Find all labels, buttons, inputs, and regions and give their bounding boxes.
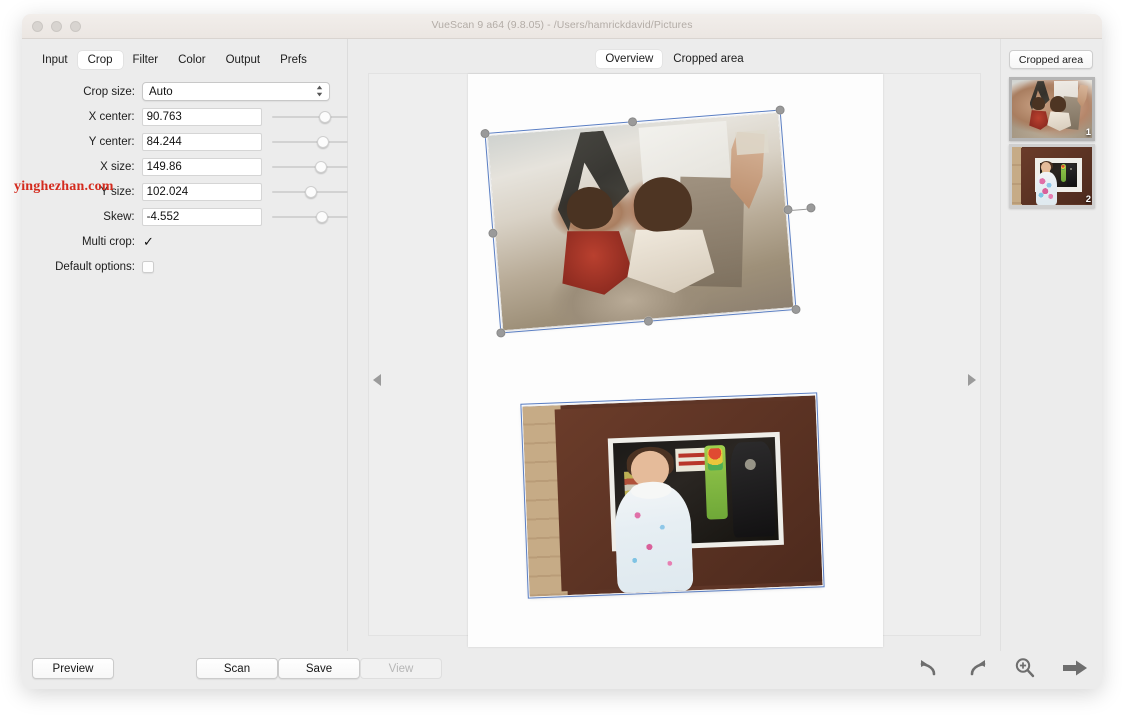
tab-cropped-area[interactable]: Cropped area — [664, 50, 752, 68]
row-y-size: Y size: 102.024 — [22, 179, 348, 204]
window-title: VueScan 9 a64 (9.8.05) - /Users/hamrickd… — [22, 19, 1102, 31]
row-crop-size: Crop size: Auto — [22, 79, 348, 104]
thumbnail-2-content — [1012, 147, 1092, 205]
tab-input[interactable]: Input — [32, 51, 78, 69]
crop-handle-top-center[interactable] — [627, 117, 637, 127]
y-center-input[interactable]: 84.244 — [142, 133, 263, 151]
save-button[interactable]: Save — [278, 658, 360, 679]
chevron-updown-icon — [316, 85, 323, 97]
thumb-1-hair-left — [1032, 97, 1045, 110]
settings-panel: Input Crop Filter Color Output Prefs Cro… — [22, 39, 348, 651]
row-x-size: X size: 149.86 — [22, 154, 348, 179]
thumbnail-1-image — [1012, 80, 1092, 138]
crop-box-2[interactable] — [520, 392, 824, 598]
slider-track — [272, 116, 348, 118]
cropped-area-button[interactable]: Cropped area — [1009, 50, 1093, 69]
thumb-2-girl-dress — [1036, 172, 1057, 205]
scanner-bed — [468, 74, 883, 647]
tab-overview[interactable]: Overview — [596, 50, 662, 68]
x-center-slider[interactable] — [272, 109, 348, 125]
thumbnail-panel: Cropped area — [1000, 39, 1102, 651]
crop-size-label: Crop size: — [22, 86, 142, 98]
y-center-label: Y center: — [22, 136, 142, 148]
thumb-2-girl — [1036, 162, 1057, 205]
y-size-label: Y size: — [22, 186, 142, 198]
title-bar: VueScan 9 a64 (9.8.05) - /Users/hamrickd… — [22, 14, 1102, 39]
rotate-left-icon[interactable] — [918, 658, 940, 678]
thumbnail-item-2[interactable]: 2 — [1009, 144, 1095, 208]
row-default-options: Default options: — [22, 254, 348, 279]
preview-canvas[interactable] — [368, 73, 981, 636]
x-size-slider[interactable] — [272, 159, 348, 175]
multi-crop-label: Multi crop: — [22, 236, 142, 248]
crop-handle-bottom-right[interactable] — [791, 305, 801, 315]
crop-box-1[interactable] — [484, 110, 796, 334]
slider-knob[interactable] — [319, 111, 331, 123]
slider-knob[interactable] — [305, 186, 317, 198]
preview-button[interactable]: Preview — [32, 658, 114, 679]
thumbnail-1-number: 1 — [1086, 127, 1091, 138]
crop-handle-bottom-left[interactable] — [496, 328, 506, 338]
x-size-label: X size: — [22, 161, 142, 173]
preview-tools — [918, 657, 1088, 678]
settings-tab-bar: Input Crop Filter Color Output Prefs — [32, 50, 317, 70]
thumbnail-2-number: 2 — [1086, 194, 1091, 205]
slider-knob[interactable] — [315, 161, 327, 173]
next-arrow-icon[interactable] — [1062, 659, 1088, 677]
slider-knob[interactable] — [316, 211, 328, 223]
crop-size-select[interactable]: Auto — [142, 82, 330, 101]
app-root: VueScan 9 a64 (9.8.05) - /Users/hamrickd… — [0, 0, 1122, 718]
thumb-2-traffic-light — [1061, 164, 1066, 182]
y-size-input[interactable]: 102.024 — [142, 183, 263, 201]
row-skew: Skew: -4.552 — [22, 204, 348, 229]
preview-panel: Overview Cropped area — [349, 39, 1000, 651]
tab-crop[interactable]: Crop — [78, 51, 123, 69]
y-size-slider[interactable] — [272, 184, 348, 200]
crop-handle-top-left[interactable] — [480, 129, 490, 139]
thumbnail-2-image — [1012, 147, 1092, 205]
thumbnail-item-1[interactable]: 1 — [1009, 77, 1095, 141]
x-center-input[interactable]: 90.763 — [142, 108, 263, 126]
x-size-input[interactable]: 149.86 — [142, 158, 263, 176]
row-y-center: Y center: 84.244 — [22, 129, 348, 154]
slider-track — [272, 216, 348, 218]
thumb-1-child-red — [1028, 110, 1049, 130]
collapse-right-arrow-icon[interactable] — [968, 374, 976, 386]
skew-slider[interactable] — [272, 209, 348, 225]
default-options-checkbox[interactable] — [142, 261, 154, 273]
x-center-label: X center: — [22, 111, 142, 123]
slider-track — [272, 166, 348, 168]
thumb-2-statue — [1067, 164, 1077, 187]
crop-settings-form: Crop size: Auto X center: 90.763 — [22, 79, 348, 279]
zoom-in-icon[interactable] — [1014, 657, 1036, 678]
tab-color[interactable]: Color — [168, 51, 215, 69]
crop-handle-top-right[interactable] — [775, 105, 785, 115]
action-bar: Preview Scan Save View — [22, 651, 1102, 689]
scan-button[interactable]: Scan — [196, 658, 278, 679]
row-multi-crop: Multi crop: ✓ — [22, 229, 348, 254]
crop-handle-skew[interactable] — [806, 203, 816, 213]
tab-filter[interactable]: Filter — [123, 51, 169, 69]
default-options-label: Default options: — [22, 261, 142, 273]
window-body: Input Crop Filter Color Output Prefs Cro… — [22, 39, 1102, 689]
tab-prefs[interactable]: Prefs — [270, 51, 317, 69]
crop-size-value: Auto — [149, 86, 173, 98]
thumbnail-1-content — [1012, 80, 1092, 138]
row-x-center: X center: 90.763 — [22, 104, 348, 129]
slider-knob[interactable] — [317, 136, 329, 148]
rotate-right-icon[interactable] — [966, 658, 988, 678]
skew-input[interactable]: -4.552 — [142, 208, 263, 226]
thumb-1-hair-right — [1050, 96, 1066, 112]
y-center-slider[interactable] — [272, 134, 348, 150]
preview-tab-bar: Overview Cropped area — [349, 50, 1000, 68]
slider-track — [272, 141, 348, 143]
collapse-left-arrow-icon[interactable] — [373, 374, 381, 386]
view-button: View — [360, 658, 442, 679]
crop-handle-bottom-center[interactable] — [643, 316, 653, 326]
crop-handle-middle-left[interactable] — [488, 228, 498, 238]
vuescan-window: VueScan 9 a64 (9.8.05) - /Users/hamrickd… — [22, 14, 1102, 689]
multi-crop-checkbox[interactable]: ✓ — [142, 235, 154, 248]
tab-output[interactable]: Output — [216, 51, 271, 69]
skew-label: Skew: — [22, 211, 142, 223]
